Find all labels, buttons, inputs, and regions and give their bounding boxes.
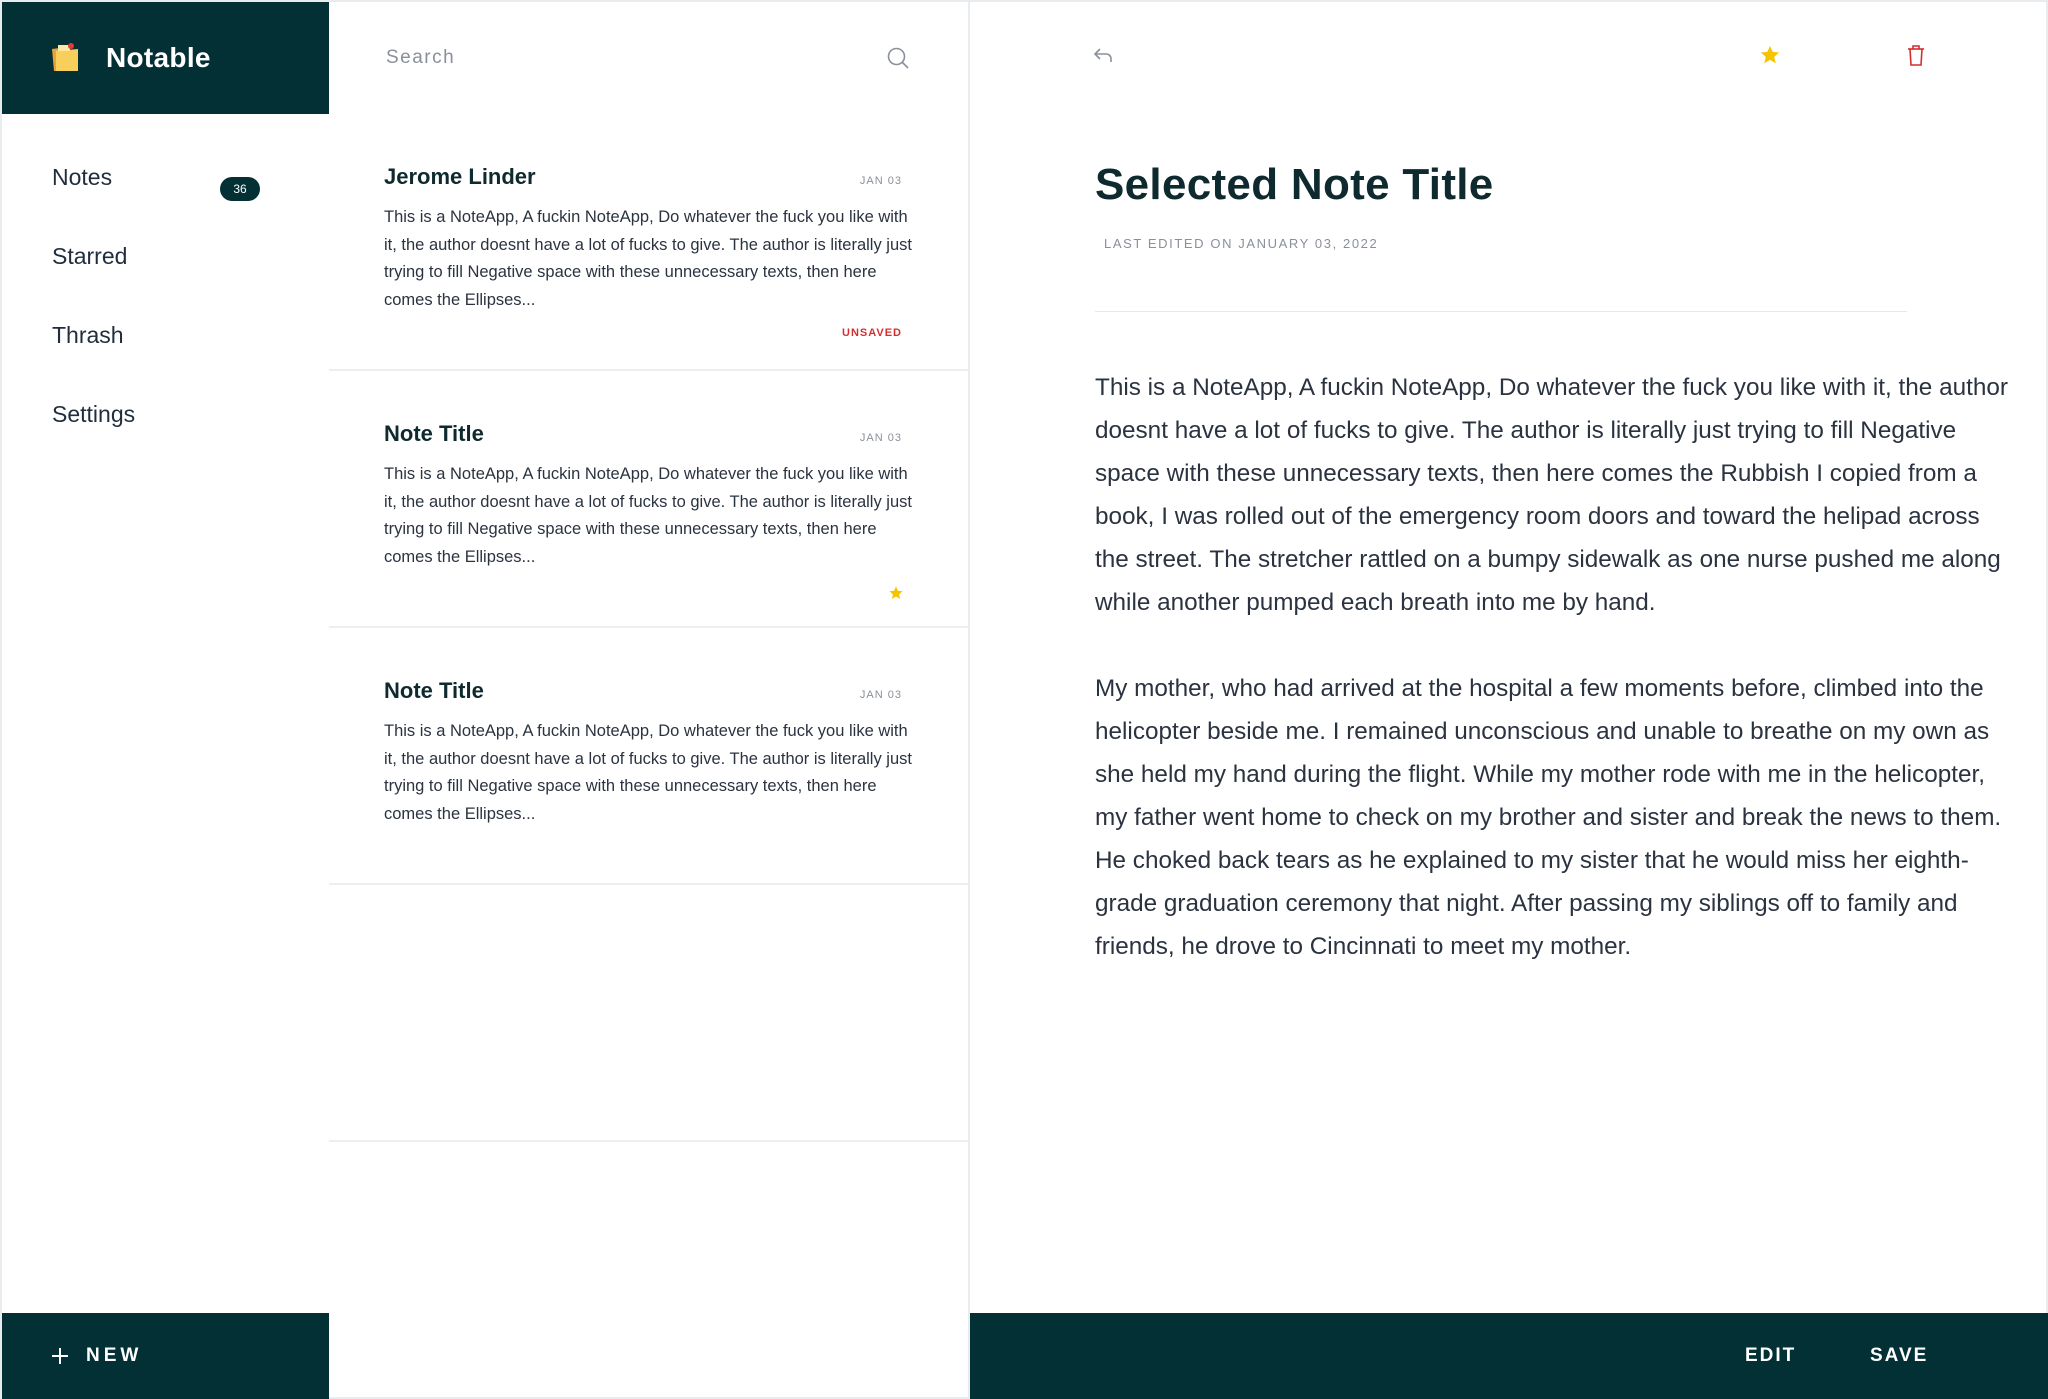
note-list-item[interactable]: Jerome Linder JAN 03 This is a NoteApp, … [329, 114, 968, 371]
note-list-item[interactable]: Note Title JAN 03 This is a NoteApp, A f… [329, 371, 968, 628]
note-item-excerpt: This is a NoteApp, A fuckin NoteApp, Do … [384, 722, 912, 823]
sidebar-item-label: Thrash [52, 322, 124, 348]
editor-action-bar: EDIT SAVE [970, 1313, 2048, 1399]
sidebar-item-starred[interactable]: Starred [2, 238, 329, 317]
note-item-excerpt: This is a NoteApp, A fuckin NoteApp, Do … [384, 208, 912, 309]
note-item-excerpt: This is a NoteApp, A fuckin NoteApp, Do … [384, 465, 912, 566]
search-input[interactable] [384, 46, 886, 70]
starred-star-icon [889, 586, 903, 599]
note-item-date: JAN 03 [859, 432, 902, 444]
edit-button[interactable]: EDIT [1745, 1313, 1796, 1399]
notes-count-badge: 36 [220, 177, 260, 201]
back-icon[interactable] [1092, 44, 1114, 66]
note-item-title: Note Title [384, 678, 484, 703]
last-edited-label: LAST EDITED ON JANUARY 03, 2022 [1104, 236, 1379, 251]
sidebar: Notable Notes 36 Starred Thrash Settings… [2, 2, 329, 1399]
note-item-date: JAN 03 [859, 689, 902, 701]
title-divider [1095, 311, 1907, 312]
plus-icon [52, 1348, 68, 1364]
note-paragraph: This is a NoteApp, A fuckin NoteApp, Do … [1095, 374, 2008, 616]
sidebar-item-thrash[interactable]: Thrash [2, 317, 329, 396]
star-icon[interactable] [1758, 44, 1782, 66]
sidebar-nav: Notes 36 Starred Thrash Settings [2, 159, 329, 475]
sidebar-item-settings[interactable]: Settings [2, 396, 329, 475]
new-note-button[interactable]: NEW [2, 1313, 329, 1399]
note-list-item[interactable]: Note Title JAN 03 This is a NoteApp, A f… [329, 628, 968, 885]
search-icon[interactable] [886, 46, 910, 70]
sidebar-item-label: Notes [52, 164, 113, 190]
note-body[interactable]: This is a NoteApp, A fuckin NoteApp, Do … [1095, 366, 2015, 1011]
note-item-title: Note Title [384, 421, 484, 446]
trash-icon[interactable] [1906, 44, 1926, 66]
note-item-title: Jerome Linder [384, 164, 536, 189]
save-button[interactable]: SAVE [1870, 1313, 1928, 1399]
brand-header: Notable [2, 2, 329, 114]
note-editor: Selected Note Title LAST EDITED ON JANUA… [970, 2, 2048, 1399]
note-paragraph: My mother, who had arrived at the hospit… [1095, 675, 2002, 960]
unsaved-status-label: UNSAVED [842, 327, 902, 339]
note-title: Selected Note Title [1095, 160, 1494, 209]
sidebar-item-label: Settings [52, 401, 136, 427]
note-item-date: JAN 03 [859, 175, 902, 187]
new-note-label: NEW [86, 1345, 143, 1366]
notes-logo-icon [52, 43, 78, 71]
note-list-panel: Jerome Linder JAN 03 This is a NoteApp, … [329, 2, 970, 1399]
notable-app: Notable Notes 36 Starred Thrash Settings… [0, 0, 2048, 1399]
app-name: Notable [106, 42, 211, 73]
empty-note-slot [329, 885, 968, 1142]
search-bar [329, 2, 968, 114]
sidebar-item-label: Starred [52, 243, 128, 269]
sidebar-item-notes[interactable]: Notes 36 [2, 159, 329, 238]
